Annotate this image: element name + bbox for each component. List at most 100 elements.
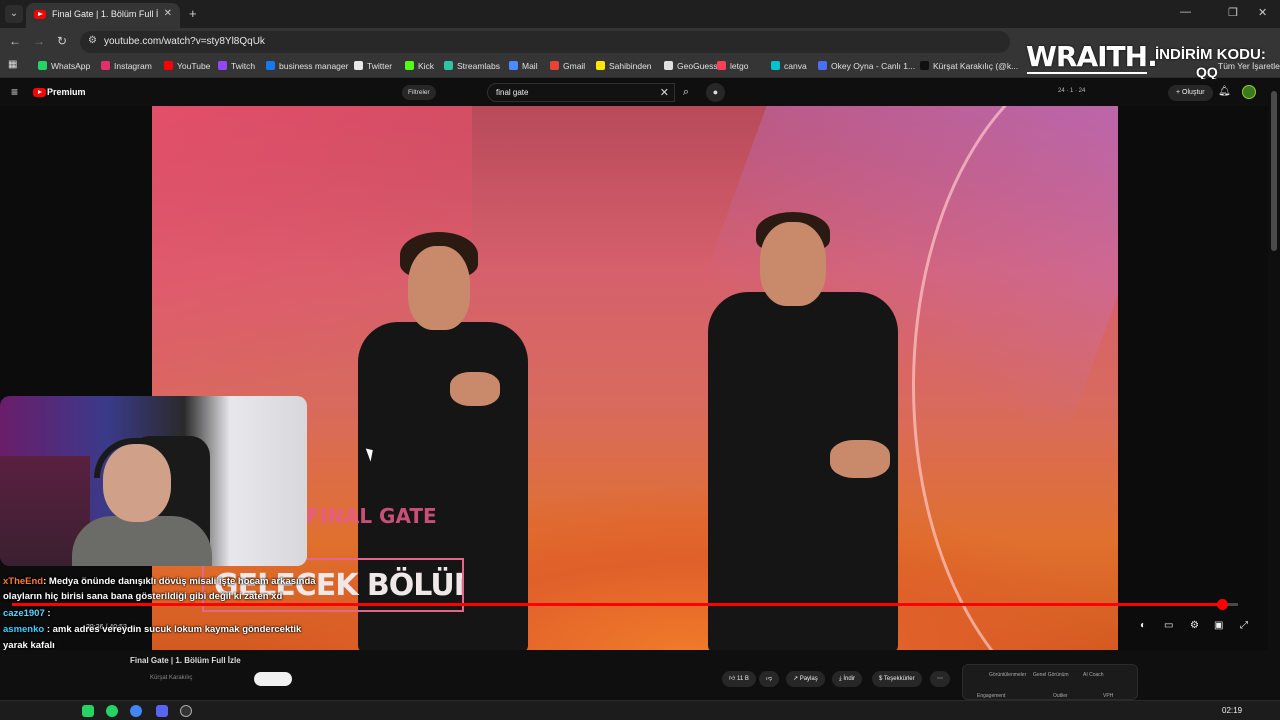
hamburger-menu-icon[interactable]: ≡ — [11, 85, 18, 99]
video-frame[interactable]: FINAL GATE GELECEK BÖLÜM — [152, 106, 1118, 650]
bookmark-label: Okey Oyna - Canlı 1... — [831, 61, 916, 71]
clear-search-icon[interactable]: ✕ — [660, 86, 669, 99]
discount-code: QQ — [1196, 64, 1218, 80]
bookmark-favicon-icon — [218, 61, 227, 70]
bookmark-item[interactable]: Gmail — [550, 61, 585, 71]
autoplay-toggle[interactable]: ◐ — [1140, 620, 1146, 631]
close-window-button[interactable]: ✕ — [1258, 6, 1267, 19]
download-button[interactable]: ⤓ İndir — [832, 671, 862, 687]
bookmark-item[interactable]: Kick — [405, 61, 434, 71]
settings-gear-icon[interactable]: ⚙ — [1190, 620, 1199, 631]
bookmark-item[interactable]: WhatsApp — [38, 61, 90, 71]
bookmark-favicon-icon — [266, 61, 275, 70]
bookmark-item[interactable]: YouTube — [164, 61, 210, 71]
bookmark-item[interactable]: GeoGuessr — [664, 61, 720, 71]
bookmark-label: YouTube — [177, 61, 211, 71]
page-scrollbar[interactable] — [1268, 79, 1280, 700]
forward-icon[interactable]: → — [33, 34, 45, 48]
bookmark-label: Twitter — [367, 61, 393, 71]
bookmark-label: Sahibinden — [609, 61, 652, 71]
subscribe-button[interactable] — [254, 672, 292, 686]
ext-tab-views[interactable]: Görüntülenmeler — [989, 672, 1026, 678]
create-label: Oluştur — [1182, 89, 1205, 96]
site-info-icon[interactable]: ⚙ — [88, 35, 97, 46]
reload-icon[interactable]: ↻ — [57, 34, 67, 48]
avatar[interactable] — [1242, 85, 1256, 99]
bookmark-label: Instagram — [114, 61, 152, 71]
ext-tab-overview[interactable]: Genel Görünüm — [1033, 672, 1069, 678]
channel-name[interactable]: Kürşat Karakılıç — [150, 675, 192, 681]
bookmark-favicon-icon — [596, 61, 605, 70]
youtube-premium-label[interactable]: Premium — [47, 87, 86, 97]
search-input[interactable]: final gate ✕ — [487, 83, 675, 102]
progress-bar[interactable] — [12, 599, 1238, 610]
tab-close-icon[interactable]: ✕ — [164, 8, 172, 19]
progress-scrubber[interactable] — [1217, 599, 1229, 610]
video-person-right — [708, 212, 898, 650]
system-clock: 02:19 — [1222, 706, 1243, 715]
obs-icon[interactable] — [180, 705, 192, 717]
discord-icon[interactable] — [156, 705, 168, 717]
chat-username: asmenko — [3, 624, 45, 635]
extension-counters: 24 · 1 · 24 — [1058, 88, 1086, 94]
thanks-button[interactable]: $ Teşekkürler — [872, 671, 922, 687]
sponsor-underline — [1027, 72, 1147, 74]
youtube-logo-icon[interactable] — [33, 88, 46, 97]
ext-tab-ai-coach[interactable]: AI Coach — [1083, 672, 1104, 678]
more-actions-button[interactable]: ⋯ — [930, 671, 950, 687]
minimize-button[interactable]: — — [1180, 6, 1191, 18]
spotify-icon[interactable] — [82, 705, 94, 717]
notifications-bell-icon[interactable]: 🔔︎ — [1218, 86, 1231, 97]
chrome-icon[interactable] — [130, 705, 142, 717]
bookmark-label: Twitch — [231, 61, 256, 71]
share-button[interactable]: ↗ Paylaş — [786, 671, 825, 687]
dislike-button[interactable]: 👎︎ — [759, 671, 780, 687]
bookmark-favicon-icon — [818, 61, 827, 70]
bookmark-item[interactable]: business manager — [266, 61, 348, 71]
chat-text: : — [44, 608, 51, 619]
bookmark-item[interactable]: Streamlabs — [444, 61, 500, 71]
create-button[interactable]: + Oluştur — [1168, 85, 1213, 101]
bookmark-favicon-icon — [920, 61, 929, 70]
bookmark-item[interactable]: Twitter — [354, 61, 392, 71]
show-logo: FINAL GATE — [306, 504, 437, 528]
bookmark-label: business manager — [279, 61, 349, 71]
bookmark-item[interactable]: letgo — [717, 61, 748, 71]
bookmark-item[interactable]: Sahibinden — [596, 61, 652, 71]
active-tab[interactable]: Final Gate | 1. Bölüm Full İzle - YouTub… — [26, 3, 180, 28]
bookmark-item[interactable]: Kürşat Karakılıç (@k... — [920, 61, 1018, 71]
theater-mode-icon[interactable]: ▣ — [1214, 620, 1223, 631]
bookmark-item[interactable]: Instagram — [101, 61, 152, 71]
microphone-icon[interactable]: ● — [706, 83, 725, 102]
filters-chip[interactable]: Filtreler — [402, 85, 436, 100]
fullscreen-icon[interactable]: ⤢ — [1240, 620, 1248, 631]
tab-title: Final Gate | 1. Bölüm Full İzle - YouTub… — [52, 9, 158, 19]
chat-username: caze1907 — [3, 608, 45, 619]
ext-outlier: Outlier — [1053, 693, 1068, 699]
bookmark-favicon-icon — [509, 61, 518, 70]
back-icon[interactable]: ← — [9, 34, 21, 48]
search-icon[interactable]: ⌕ — [675, 83, 697, 102]
whatsapp-icon[interactable] — [106, 705, 118, 717]
address-bar[interactable]: ⚙ youtube.com/watch?v=sty8Yl8QqUk — [80, 31, 1010, 53]
apps-grid-icon[interactable]: ▦ — [8, 59, 17, 70]
scrollbar-thumb[interactable] — [1271, 91, 1277, 251]
youtube-header: ≡ Premium Filtreler final gate ✕ ⌕ ● 24 … — [0, 79, 1280, 106]
bookmark-item[interactable]: Twitch — [218, 61, 255, 71]
like-button[interactable]: 👍︎ 11 B — [722, 671, 756, 687]
bookmark-favicon-icon — [354, 61, 363, 70]
new-tab-button[interactable]: + — [189, 6, 197, 21]
restore-button[interactable]: ❐ — [1228, 6, 1238, 19]
progress-fill — [12, 603, 1223, 606]
tab-strip: ⌄ Final Gate | 1. Bölüm Full İzle - YouT… — [0, 0, 1280, 28]
bookmark-favicon-icon — [664, 61, 673, 70]
bookmark-item[interactable]: Okey Oyna - Canlı 1... — [818, 61, 915, 71]
subtitles-icon[interactable]: ▭ — [1164, 620, 1173, 631]
chat-text: : Medya önünde danışıklı dövüş misali iş… — [43, 576, 316, 587]
bookmark-item[interactable]: Mail — [509, 61, 538, 71]
bookmark-item[interactable]: canva — [771, 61, 807, 71]
chat-message: olayların hiç birisi sana bana gösterild… — [3, 591, 282, 602]
bookmark-favicon-icon — [164, 61, 173, 70]
webcam-streamer-body — [72, 516, 212, 566]
tab-search-button[interactable]: ⌄ — [5, 5, 23, 23]
